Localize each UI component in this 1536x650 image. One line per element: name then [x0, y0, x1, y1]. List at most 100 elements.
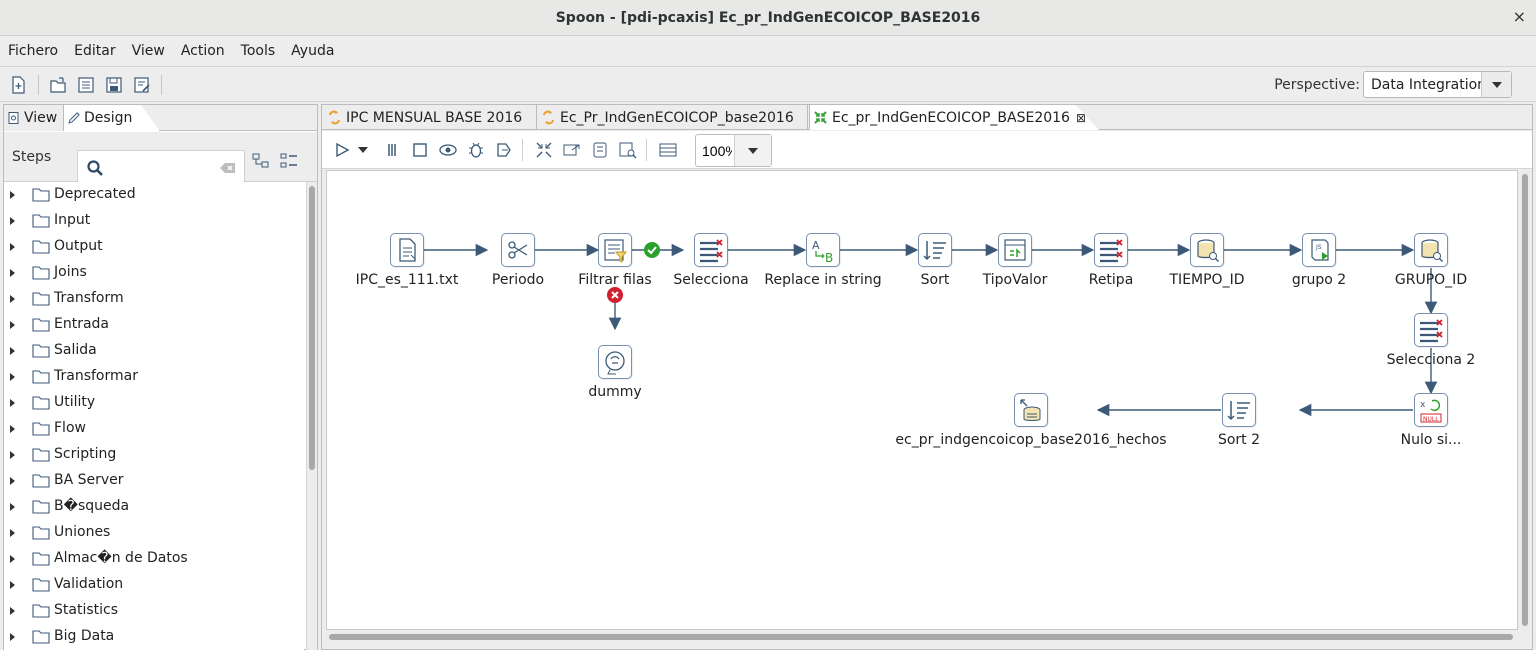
close-tab-icon[interactable]: ⊠ — [1076, 111, 1086, 125]
tree-category[interactable]: Utility — [4, 390, 304, 416]
new-file-icon[interactable] — [8, 75, 28, 95]
tab-ipc-mensual[interactable]: IPC MENSUAL BASE 2016 — [324, 105, 537, 130]
tree-category[interactable]: Almac�n de Datos — [4, 546, 304, 572]
step-filtrar[interactable] — [598, 233, 632, 267]
impact-icon[interactable] — [562, 140, 582, 160]
tree-category[interactable]: Uniones — [4, 520, 304, 546]
collapse-tree-icon[interactable] — [280, 152, 298, 170]
expand-arrow-icon[interactable] — [9, 242, 17, 252]
tab-design[interactable]: Design — [64, 105, 160, 131]
explore-db-icon[interactable] — [618, 140, 638, 160]
step-selecciona2[interactable] — [1414, 313, 1448, 347]
tree-category[interactable]: Validation — [4, 572, 304, 598]
stop-icon[interactable] — [410, 140, 430, 160]
expand-arrow-icon[interactable] — [9, 580, 17, 590]
step-sort[interactable] — [918, 233, 952, 267]
expand-arrow-icon[interactable] — [9, 216, 17, 226]
tree-category[interactable]: Deprecated — [4, 182, 304, 208]
replay-icon[interactable] — [494, 140, 514, 160]
tree-category[interactable]: Output — [4, 234, 304, 260]
scrollbar-thumb[interactable] — [309, 186, 315, 470]
step-ipc[interactable] — [390, 233, 424, 267]
expand-arrow-icon[interactable] — [9, 424, 17, 434]
debug-icon[interactable] — [466, 140, 486, 160]
tree-category[interactable]: Scripting — [4, 442, 304, 468]
expand-arrow-icon[interactable] — [9, 632, 17, 642]
expand-arrow-icon[interactable] — [9, 346, 17, 356]
menu-editar[interactable]: Editar — [66, 37, 123, 65]
canvas-horizontal-scrollbar[interactable] — [326, 631, 1518, 643]
sql-icon[interactable] — [590, 140, 610, 160]
expand-arrow-icon[interactable] — [9, 190, 17, 200]
step-hechos[interactable] — [1014, 393, 1048, 427]
steps-search-input[interactable] — [108, 156, 213, 178]
expand-arrow-icon[interactable] — [9, 372, 17, 382]
step-nulo[interactable]: x NULL — [1414, 393, 1448, 427]
step-tiempo[interactable] — [1190, 233, 1224, 267]
menu-action[interactable]: Action — [173, 37, 233, 65]
menu-tools[interactable]: Tools — [233, 37, 284, 65]
scrollbar-thumb[interactable] — [329, 634, 1513, 640]
menu-fichero[interactable]: Fichero — [0, 37, 66, 65]
zoom-input[interactable] — [702, 141, 732, 161]
tree-category[interactable]: BA Server — [4, 468, 304, 494]
save-as-icon[interactable] — [132, 75, 152, 95]
step-sort2[interactable] — [1222, 393, 1256, 427]
expand-arrow-icon[interactable] — [9, 398, 17, 408]
expand-arrow-icon[interactable] — [9, 502, 17, 512]
transformation-canvas[interactable]: IPC_es_111.txt Periodo Filtrar filas Selecc… — [326, 170, 1518, 630]
show-results-icon[interactable] — [658, 140, 678, 160]
expand-arrow-icon[interactable] — [9, 606, 17, 616]
verify-icon[interactable] — [534, 140, 554, 160]
step-periodo[interactable] — [501, 233, 535, 267]
perspective-select[interactable]: Data Integration — [1363, 71, 1512, 98]
expand-arrow-icon[interactable] — [9, 476, 17, 486]
run-icon[interactable] — [332, 140, 352, 160]
open-file-icon[interactable] — [48, 75, 68, 95]
step-tipovalor[interactable] — [998, 233, 1032, 267]
explore-repository-icon[interactable] — [76, 75, 96, 95]
step-retipa[interactable] — [1094, 233, 1128, 267]
menu-ayuda[interactable]: Ayuda — [283, 37, 342, 65]
tree-category[interactable]: Entrada — [4, 312, 304, 338]
steps-search-box[interactable] — [77, 150, 245, 183]
step-dummy[interactable] — [598, 345, 632, 379]
canvas-vertical-scrollbar[interactable] — [1519, 170, 1531, 630]
expand-arrow-icon[interactable] — [9, 320, 17, 330]
run-options-chevron-icon[interactable] — [357, 140, 369, 160]
tree-category[interactable]: Salida — [4, 338, 304, 364]
tree-category[interactable]: Transformar — [4, 364, 304, 390]
clear-search-icon[interactable] — [220, 162, 236, 174]
tree-category[interactable]: Statistics — [4, 598, 304, 624]
pause-icon[interactable] — [382, 140, 402, 160]
expand-arrow-icon[interactable] — [9, 268, 17, 278]
save-icon[interactable] — [104, 75, 124, 95]
preview-icon[interactable] — [438, 140, 458, 160]
steps-tree-scrollbar[interactable] — [306, 182, 317, 650]
tab-view[interactable]: View — [4, 105, 64, 131]
menu-view[interactable]: View — [124, 37, 173, 65]
chevron-down-icon[interactable] — [734, 135, 771, 166]
tree-category[interactable]: Input — [4, 208, 304, 234]
expand-tree-icon[interactable] — [252, 152, 270, 170]
tab-ec-pr-base2016-job[interactable]: Ec_Pr_IndGenECOICOP_base2016 — [538, 105, 808, 130]
tree-category[interactable]: Transform — [4, 286, 304, 312]
step-selecciona[interactable] — [694, 233, 728, 267]
expand-arrow-icon[interactable] — [9, 528, 17, 538]
expand-arrow-icon[interactable] — [9, 294, 17, 304]
step-label-sort2: Sort 2 — [1217, 432, 1261, 448]
tree-category[interactable]: Big Data — [4, 624, 304, 650]
chevron-down-icon[interactable] — [1481, 72, 1511, 97]
tree-category[interactable]: Flow — [4, 416, 304, 442]
scrollbar-thumb[interactable] — [1522, 174, 1528, 626]
step-grupo2[interactable]: JS — [1302, 233, 1336, 267]
zoom-combo[interactable] — [695, 134, 772, 167]
window-close-button[interactable]: × — [1513, 7, 1526, 26]
step-replace[interactable]: AB — [806, 233, 840, 267]
step-grupoid[interactable] — [1414, 233, 1448, 267]
tab-ec-pr-base2016-trans[interactable]: Ec_pr_IndGenECOICOP_BASE2016 ⊠ — [809, 105, 1099, 130]
expand-arrow-icon[interactable] — [9, 554, 17, 564]
tree-category[interactable]: B�squeda — [4, 494, 304, 520]
expand-arrow-icon[interactable] — [9, 450, 17, 460]
tree-category[interactable]: Joins — [4, 260, 304, 286]
